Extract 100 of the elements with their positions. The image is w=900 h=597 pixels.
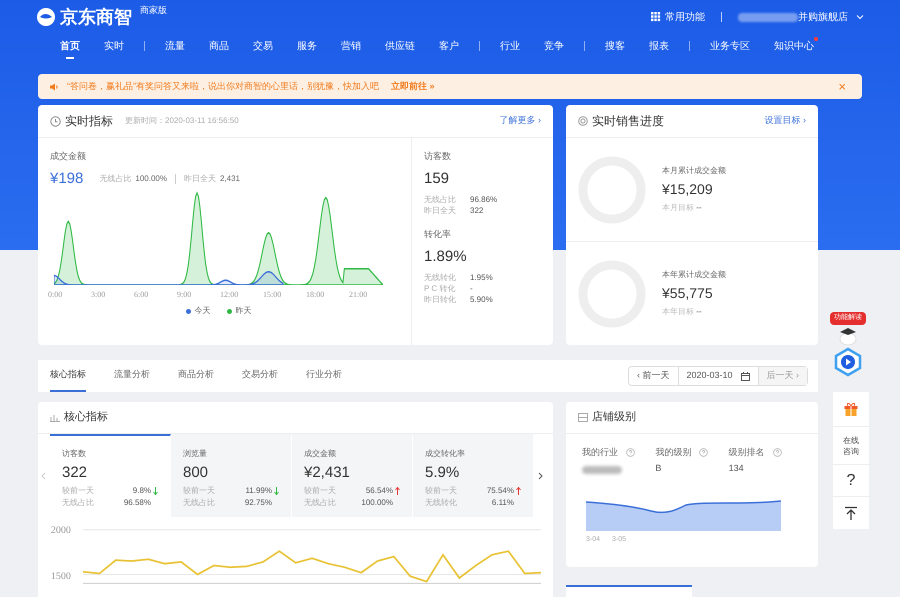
metric-label: 访客数 bbox=[424, 150, 452, 163]
nav-item[interactable]: 商品 bbox=[197, 33, 241, 59]
stat-label: P C 转化 bbox=[424, 283, 456, 294]
more-link[interactable]: 了解更多 › bbox=[500, 114, 541, 128]
tab[interactable]: 交易分析 bbox=[242, 360, 278, 392]
stat-value: 134 bbox=[728, 462, 745, 474]
gift-icon[interactable] bbox=[843, 401, 859, 417]
metric-value: 1.89% bbox=[424, 246, 468, 266]
help-button[interactable]: ? bbox=[833, 465, 869, 497]
nav-item[interactable]: 实时 bbox=[92, 33, 136, 59]
stat-label: 较前一天 bbox=[425, 484, 457, 496]
update-time: 更新时间：2020-03-11 16:56:50 bbox=[125, 115, 239, 127]
nav-item[interactable]: 报表 bbox=[637, 33, 681, 59]
metric-card[interactable]: 浏览量 800 较前一天 11.99% 无线占比 92.75% bbox=[171, 434, 292, 517]
apps-link[interactable]: 常用功能 bbox=[665, 10, 705, 24]
caret-icon[interactable] bbox=[856, 13, 864, 21]
axis-tick-label: 18:00 bbox=[306, 289, 326, 301]
legend-label: 昨天 bbox=[236, 305, 252, 317]
nav-item[interactable]: 流量 bbox=[153, 33, 197, 59]
card-title: 核心指标 bbox=[64, 410, 108, 426]
nav-item[interactable]: 业务专区 bbox=[698, 33, 762, 59]
prev-day-button[interactable]: ‹ 前一天 bbox=[629, 367, 678, 385]
metric-label: 本年累计成交金额 bbox=[662, 269, 726, 281]
stat-label: 昨日转化 bbox=[424, 294, 457, 305]
stat-value: 1.95% bbox=[470, 272, 493, 283]
metric-label: 成交金额 bbox=[50, 150, 87, 163]
axis-tick-label: 0:00 bbox=[48, 289, 64, 301]
blurred-text bbox=[738, 12, 798, 22]
speaker-icon bbox=[50, 82, 59, 90]
list-icon bbox=[578, 413, 588, 422]
stat-value: 2,431 bbox=[220, 172, 240, 185]
stat-label: 本年目标 bbox=[662, 307, 694, 316]
metric-label: 成交金额 bbox=[304, 448, 337, 460]
back-to-top-icon[interactable] bbox=[844, 506, 858, 520]
online-consult-button[interactable]: 在线咨询 bbox=[833, 427, 869, 465]
stat-label: 昨日全天 bbox=[424, 205, 457, 216]
stat-value: 100.00% bbox=[361, 496, 393, 508]
tab[interactable]: 流量分析 bbox=[114, 360, 150, 392]
stat-value: 5.90% bbox=[470, 294, 493, 305]
metric-card[interactable]: 成交金额 ¥2,431 较前一天 56.54% 无线占比 100.00% bbox=[292, 434, 413, 517]
stat-value: -- bbox=[696, 203, 702, 212]
nav-item[interactable]: 供应链 bbox=[373, 33, 427, 59]
nav-item[interactable]: 竞争 bbox=[532, 33, 576, 59]
metric-value: 5.9% bbox=[425, 463, 460, 483]
bar-chart-icon bbox=[50, 413, 60, 422]
stat-label: 无线占比 bbox=[183, 496, 215, 508]
clock-icon bbox=[50, 116, 61, 126]
mascot-icon[interactable] bbox=[837, 326, 859, 344]
tab[interactable]: 商品分析 bbox=[178, 360, 214, 392]
stat-value: 96.58% bbox=[124, 496, 151, 508]
axis-tick-label: 12:00 bbox=[220, 289, 240, 301]
stat-value: 100.00% bbox=[135, 172, 167, 185]
stat-label: 无线占比 bbox=[99, 172, 132, 185]
nav-item[interactable]: 交易 bbox=[241, 33, 285, 59]
stat-value: B bbox=[655, 462, 662, 474]
metric-value: ¥198 bbox=[50, 168, 84, 188]
blurred-text bbox=[582, 466, 622, 474]
stat-label: 无线占比 bbox=[304, 496, 336, 508]
edition-label: 商家版 bbox=[140, 4, 167, 18]
stat-label: 无线占比 bbox=[424, 194, 457, 205]
stat-label: 昨日全天 bbox=[184, 172, 216, 185]
notice-text: “答问卷，赢礼品”有奖问答又来啦，说出你对商智的心里话，别犹豫，快加入吧 bbox=[67, 80, 379, 93]
logo-icon bbox=[36, 7, 56, 27]
arrow-up-icon bbox=[516, 486, 521, 494]
stat-label: 无线占比 bbox=[62, 496, 94, 508]
calendar-icon[interactable] bbox=[740, 372, 750, 380]
nav-item[interactable]: 搜客 bbox=[593, 33, 637, 59]
stat-value: 11.99% bbox=[245, 484, 272, 496]
nav-item[interactable]: 服务 bbox=[285, 33, 329, 59]
target-icon bbox=[578, 116, 588, 126]
axis-tick-label: 3:00 bbox=[91, 289, 106, 301]
axis-tick-label: 2000 bbox=[50, 524, 71, 538]
tab[interactable]: 行业分析 bbox=[306, 360, 342, 392]
stat-value: 56.54% bbox=[366, 484, 393, 496]
tab[interactable]: 核心指标 bbox=[50, 360, 86, 392]
legend-label: 今天 bbox=[194, 305, 210, 317]
metric-value: ¥15,209 bbox=[662, 180, 714, 199]
grid-icon[interactable] bbox=[651, 12, 661, 22]
axis-tick-label: 1500 bbox=[50, 570, 71, 584]
nav-item[interactable]: 行业 bbox=[488, 33, 532, 59]
axis-tick-label: 9:00 bbox=[177, 289, 192, 301]
nav-item[interactable]: 知识中心 bbox=[762, 33, 826, 59]
nav-item[interactable]: 营销 bbox=[329, 33, 373, 59]
metric-value: ¥55,775 bbox=[662, 284, 714, 303]
nav-item[interactable]: 首页 bbox=[48, 33, 92, 59]
logo-text: 京东商智 bbox=[60, 6, 132, 28]
stat-value: -- bbox=[696, 307, 702, 316]
play-icon[interactable] bbox=[833, 346, 863, 376]
card-title: 实时指标 bbox=[65, 113, 113, 130]
set-target-link[interactable]: 设置目标 › bbox=[764, 114, 806, 128]
arrow-up-icon bbox=[395, 486, 400, 494]
store-name[interactable]: 并购旗舰店 bbox=[798, 10, 848, 24]
stat-value: 322 bbox=[470, 205, 484, 216]
stat-label: 我的级别 bbox=[655, 446, 692, 459]
stat-value: 9.8% bbox=[132, 484, 151, 496]
stat-value: 6.11% bbox=[492, 496, 514, 508]
metric-card[interactable]: 成交转化率 5.9% 较前一天 75.54% 无线转化 6.11% bbox=[413, 434, 534, 517]
stat-label: 本月目标 bbox=[662, 203, 694, 212]
nav-item[interactable]: 客户 bbox=[427, 33, 471, 59]
stat-label: 较前一天 bbox=[62, 484, 94, 496]
